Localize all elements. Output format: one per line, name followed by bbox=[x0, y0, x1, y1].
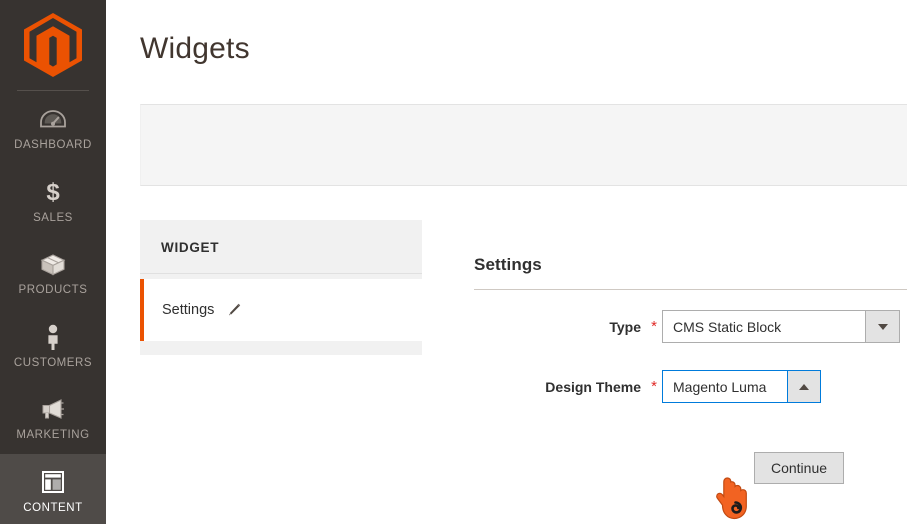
sidebar-item-label: PRODUCTS bbox=[18, 284, 88, 296]
main-content: Widgets WIDGET Settings Settings Type * … bbox=[106, 0, 907, 524]
sidebar-item-sales[interactable]: $ SALES bbox=[0, 164, 106, 237]
settings-divider bbox=[474, 289, 907, 290]
design-theme-required-marker: * bbox=[651, 378, 657, 395]
megaphone-icon bbox=[39, 395, 67, 423]
type-select[interactable]: CMS Static Block bbox=[662, 310, 900, 343]
type-select-value: CMS Static Block bbox=[662, 310, 866, 343]
continue-button[interactable]: Continue bbox=[754, 452, 844, 484]
app-root: DASHBOARD $ SALES PRODUCTS CUSTOMERS MAR… bbox=[0, 0, 907, 524]
pencil-icon bbox=[226, 302, 242, 318]
settings-section-title: Settings bbox=[474, 255, 542, 274]
chevron-up-icon[interactable] bbox=[787, 370, 821, 403]
sidebar-item-label: CUSTOMERS bbox=[13, 356, 93, 369]
box-icon bbox=[39, 250, 67, 278]
type-required-marker: * bbox=[651, 318, 657, 335]
design-theme-select[interactable]: Magento Luma bbox=[662, 370, 821, 403]
widget-tab-card: WIDGET Settings bbox=[140, 220, 422, 355]
sidebar-item-dashboard[interactable]: DASHBOARD bbox=[0, 91, 106, 164]
sidebar-item-label: SALES bbox=[33, 211, 73, 224]
person-icon bbox=[39, 323, 67, 351]
design-theme-select-value: Magento Luma bbox=[662, 370, 787, 403]
field-row-design-theme: Design Theme * Magento Luma bbox=[474, 370, 907, 403]
settings-section: Settings Type * CMS Static Block Design … bbox=[474, 255, 907, 403]
dashboard-gauge-icon bbox=[39, 105, 67, 133]
page-layout-icon bbox=[39, 468, 67, 496]
messages-panel bbox=[140, 104, 907, 186]
sidebar-item-content[interactable]: CONTENT bbox=[0, 453, 106, 524]
sidebar-item-customers[interactable]: CUSTOMERS bbox=[0, 309, 106, 382]
widget-tab-label: Settings bbox=[162, 302, 215, 318]
widget-card-header: WIDGET bbox=[140, 220, 422, 274]
magento-logo[interactable] bbox=[0, 0, 106, 90]
type-label: Type bbox=[609, 318, 641, 335]
widget-card-footer bbox=[140, 341, 422, 355]
sidebar-item-marketing[interactable]: MARKETING bbox=[0, 381, 106, 454]
svg-text:$: $ bbox=[46, 179, 60, 205]
page-title: Widgets bbox=[140, 32, 250, 65]
chevron-down-icon[interactable] bbox=[866, 310, 900, 343]
field-row-type: Type * CMS Static Block bbox=[474, 310, 907, 343]
sidebar-item-label: CONTENT bbox=[23, 501, 83, 514]
magento-logo-icon bbox=[24, 13, 82, 77]
sidebar-item-label: DASHBOARD bbox=[14, 139, 92, 151]
main-sidebar: DASHBOARD $ SALES PRODUCTS CUSTOMERS MAR… bbox=[0, 0, 106, 524]
widget-tab-settings[interactable]: Settings bbox=[140, 279, 422, 341]
sidebar-item-label: MARKETING bbox=[16, 429, 90, 441]
sidebar-item-products[interactable]: PRODUCTS bbox=[0, 236, 106, 309]
dollar-sign-icon: $ bbox=[39, 178, 67, 206]
design-theme-label: Design Theme bbox=[545, 378, 641, 395]
